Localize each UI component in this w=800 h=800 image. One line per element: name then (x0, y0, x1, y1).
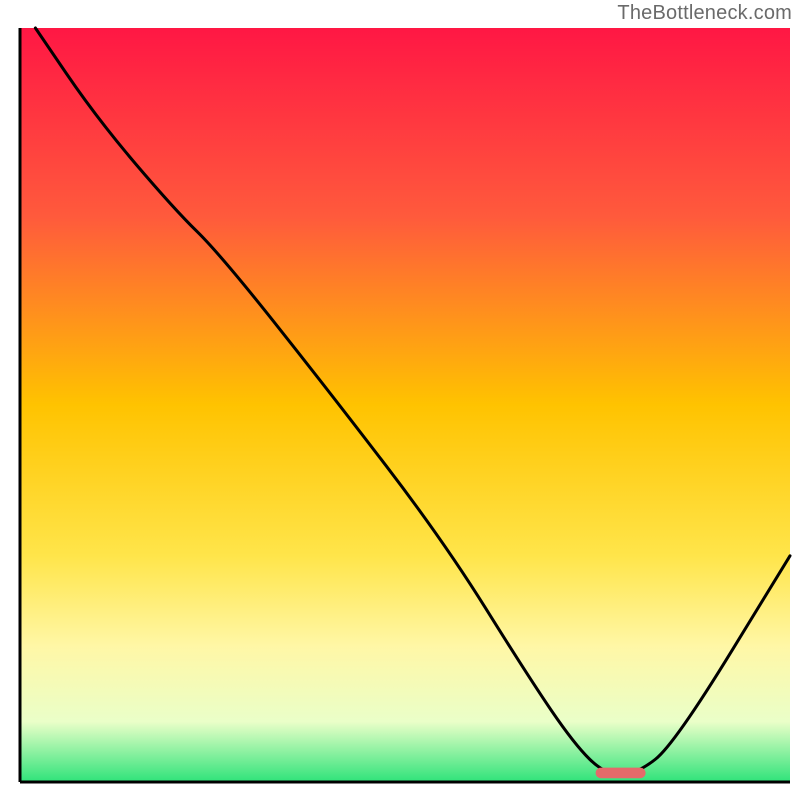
plot-background (20, 28, 790, 782)
optimal-marker (596, 768, 646, 779)
chart-svg (0, 0, 800, 800)
bottleneck-chart (0, 0, 800, 800)
